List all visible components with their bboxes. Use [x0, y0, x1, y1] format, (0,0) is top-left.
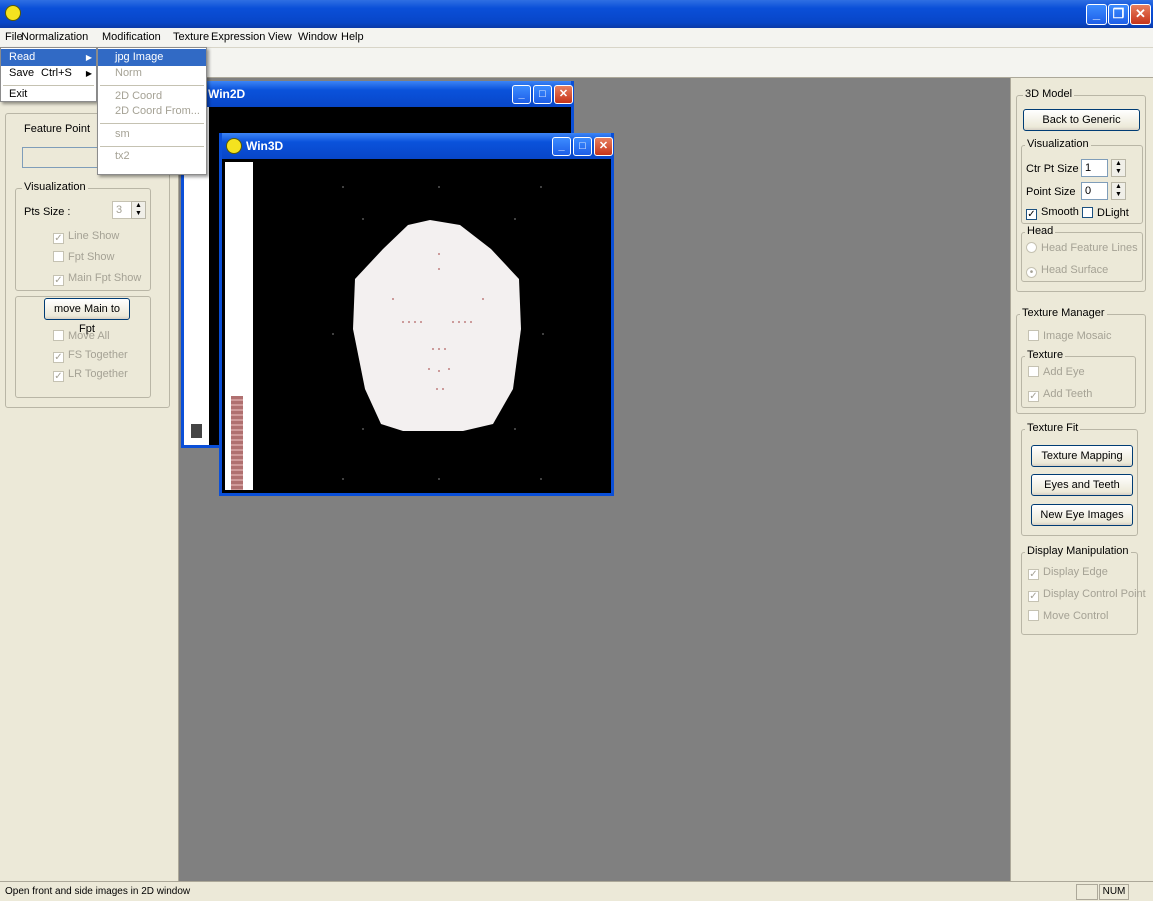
texture-manager-title: Texture Manager [1020, 307, 1107, 319]
face-mesh-render [332, 186, 544, 480]
win3d-close-button[interactable]: ✕ [594, 137, 613, 156]
save-shortcut: Ctrl+S [41, 67, 72, 79]
display-control-point-checkbox[interactable]: ✓ Display Control Point [1028, 588, 1146, 602]
title-bar: _ ❐ ✕ [0, 0, 1153, 28]
move-control-checkbox[interactable]: Move Control [1028, 610, 1108, 622]
new-eye-images-button[interactable]: New Eye Images [1031, 504, 1133, 526]
head-surface-radio[interactable]: • Head Surface [1026, 264, 1108, 278]
status-pane-empty [1076, 884, 1098, 900]
add-eye-checkbox[interactable]: Add Eye [1028, 366, 1085, 378]
dlight-checkbox[interactable]: DLight [1082, 207, 1129, 219]
point-size-spinner[interactable]: ▲ ▼ [1111, 182, 1126, 200]
win3d-canvas[interactable] [222, 159, 611, 493]
close-button[interactable]: ✕ [1130, 4, 1151, 25]
win3d-maximize-button[interactable]: □ [573, 137, 592, 156]
file-menu-dropdown: Read ▶ Save Ctrl+S ▶ Exit [0, 47, 97, 102]
win2d-title: Win2D [208, 87, 246, 101]
menu-exit[interactable]: Exit [1, 86, 96, 103]
head-feature-lines-radio[interactable]: Head Feature Lines [1026, 242, 1138, 254]
fpt-show-checkbox[interactable]: Fpt Show [53, 251, 114, 263]
ctr-pt-size-spinner[interactable]: ▲ ▼ [1111, 159, 1126, 177]
minimize-button[interactable]: _ [1086, 4, 1107, 25]
eyes-and-teeth-button[interactable]: Eyes and Teeth [1031, 474, 1133, 496]
visualization-title: Visualization [22, 181, 88, 193]
num-lock-indicator: NUM [1099, 884, 1129, 900]
submenu-2d-coord-from[interactable]: 2D Coord From... [98, 103, 206, 120]
submenu-separator [100, 146, 204, 147]
move-main-to-fpt-button[interactable]: move Main to Fpt [44, 298, 130, 335]
smooth-checkbox[interactable]: ✓ Smooth [1026, 206, 1079, 220]
point-size-input[interactable]: 0 [1081, 182, 1108, 200]
main-fpt-show-checkbox[interactable]: ✓ Main Fpt Show [53, 272, 141, 286]
submenu-sm[interactable]: sm [98, 126, 206, 143]
pts-size-label: Pts Size : [24, 206, 71, 218]
win2d-close-button[interactable]: ✕ [554, 85, 573, 104]
restore-button[interactable]: ❐ [1108, 4, 1129, 25]
status-bar: Open front and side images in 2D window … [0, 881, 1153, 901]
menu-modification[interactable]: Modification [102, 31, 161, 43]
model-visualization-title: Visualization [1025, 138, 1091, 150]
win3d-minimize-button[interactable]: _ [552, 137, 571, 156]
submenu-separator [100, 85, 204, 86]
texture-mapping-button[interactable]: Texture Mapping [1031, 445, 1133, 467]
win3d-window[interactable]: Win3D _ □ ✕ [219, 133, 614, 496]
display-edge-checkbox[interactable]: ✓ Display Edge [1028, 566, 1108, 580]
head-title: Head [1025, 225, 1056, 237]
fs-together-checkbox[interactable]: ✓ FS Together [53, 349, 128, 363]
lr-together-checkbox[interactable]: ✓ LR Together [53, 368, 128, 382]
submenu-tx2[interactable]: tx2 [98, 148, 206, 165]
win3d-title: Win3D [246, 139, 284, 153]
win3d-level-bar[interactable] [231, 396, 243, 490]
submenu-arrow-icon: ▶ [85, 69, 92, 78]
display-manipulation-title: Display Manipulation [1025, 545, 1131, 557]
submenu-separator [100, 123, 204, 124]
mdi-client-area: Win2D _ □ ✕ Win3D _ □ ✕ [179, 78, 1010, 881]
submenu-norm[interactable]: Norm [98, 65, 206, 82]
menu-texture[interactable]: Texture [173, 31, 209, 43]
status-message: Open front and side images in 2D window [5, 886, 191, 897]
image-mosaic-checkbox[interactable]: Image Mosaic [1028, 330, 1111, 342]
app-icon [5, 5, 21, 21]
feature-point-label: Feature Point [24, 123, 91, 135]
menu-view[interactable]: View [268, 31, 292, 43]
back-to-generic-button[interactable]: Back to Generic [1023, 109, 1140, 131]
menu-expression[interactable]: Expression [211, 31, 265, 43]
menu-window[interactable]: Window [298, 31, 337, 43]
win2d-title-bar[interactable]: Win2D _ □ ✕ [184, 81, 573, 107]
model-3d-title: 3D Model [1023, 88, 1075, 100]
win3d-icon [226, 138, 242, 154]
win2d-minimize-button[interactable]: _ [512, 85, 531, 104]
menu-normalization[interactable]: Normalization [21, 31, 88, 43]
point-size-label: Point Size [1026, 186, 1076, 198]
pts-size-input[interactable]: 3 [112, 201, 132, 219]
add-teeth-checkbox[interactable]: ✓ Add Teeth [1028, 388, 1092, 402]
win3d-title-bar[interactable]: Win3D _ □ ✕ [222, 133, 613, 159]
line-show-checkbox[interactable]: ✓ Line Show [53, 230, 119, 244]
menu-bar: File Normalization Modification Texture … [0, 28, 1153, 48]
texture-fit-title: Texture Fit [1025, 422, 1081, 434]
right-control-panel: 3D Model Back to Generic Visualization C… [1010, 78, 1153, 881]
pts-size-spinner[interactable]: ▲ ▼ [131, 201, 146, 219]
move-all-checkbox[interactable]: Move All [53, 330, 110, 342]
ctr-pt-size-label: Ctr Pt Size [1026, 163, 1079, 175]
ctr-pt-size-input[interactable]: 1 [1081, 159, 1108, 177]
win2d-maximize-button[interactable]: □ [533, 85, 552, 104]
menu-read[interactable]: Read ▶ [1, 49, 96, 66]
face-mesh-surface [353, 220, 521, 431]
menu-help[interactable]: Help [341, 31, 364, 43]
left-control-panel: Feature Point Visualization Pts Size : 3… [0, 78, 179, 881]
menu-save[interactable]: Save Ctrl+S ▶ [1, 65, 96, 82]
texture-title: Texture [1025, 349, 1066, 361]
read-submenu: jpg Image Norm 2D Coord 2D Coord From...… [97, 47, 207, 175]
win2d-slider-thumb[interactable] [191, 424, 202, 438]
submenu-arrow-icon: ▶ [85, 53, 92, 62]
submenu-jpg-image[interactable]: jpg Image [98, 49, 206, 66]
